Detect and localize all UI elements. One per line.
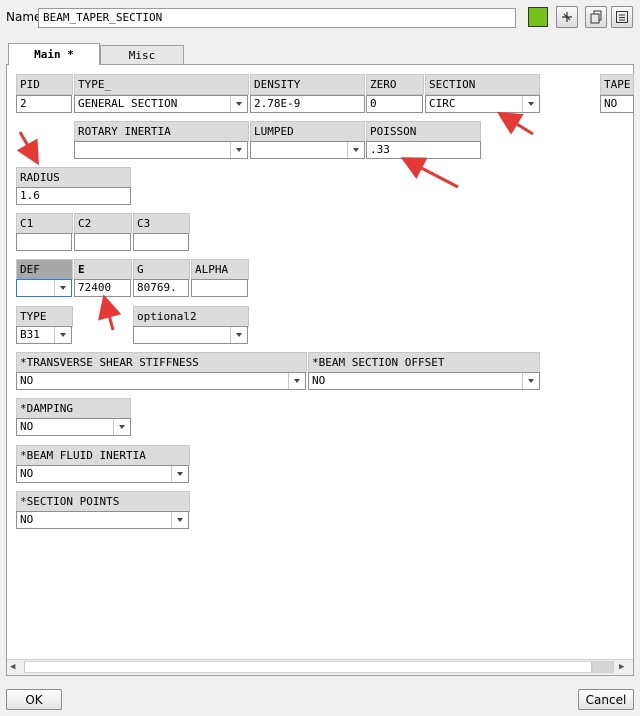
- scroll-left-icon[interactable]: ◀: [10, 662, 15, 672]
- scrollbar-track[interactable]: [24, 661, 592, 673]
- scrollbar-thumb[interactable]: [592, 661, 614, 673]
- arrow-to-radius: [16, 131, 39, 166]
- ok-button[interactable]: OK: [6, 689, 62, 710]
- arrow-to-section: [496, 111, 534, 136]
- cancel-button[interactable]: Cancel: [578, 689, 634, 710]
- scroll-right-icon[interactable]: ▶: [619, 662, 624, 672]
- annotation-overlay: [16, 111, 534, 331]
- arrow-to-poisson: [400, 157, 459, 189]
- tab-main[interactable]: Main *: [8, 43, 100, 65]
- arrow-to-e: [98, 294, 122, 331]
